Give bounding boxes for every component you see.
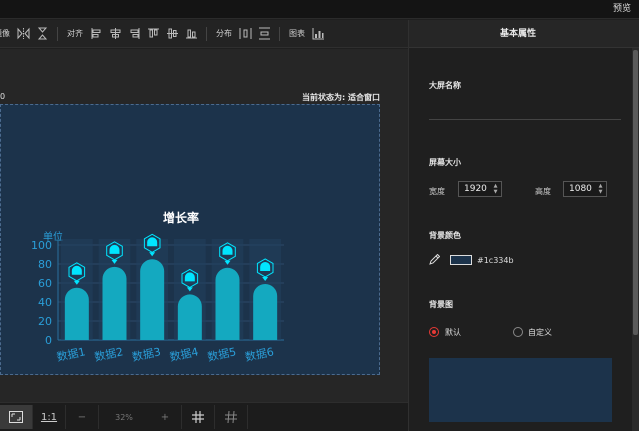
y-tick-label: 80 bbox=[38, 258, 52, 271]
canvas-status: 当前状态为: 适合窗口 bbox=[302, 92, 380, 103]
x-tick-label: 数据3 bbox=[131, 344, 162, 364]
toolbar-divider bbox=[206, 26, 207, 41]
radio-custom-label: 自定义 bbox=[528, 328, 552, 337]
height-label: 高度 bbox=[535, 187, 551, 196]
bar bbox=[64, 287, 89, 340]
scrollbar-thumb[interactable] bbox=[633, 50, 638, 335]
width-input[interactable]: 1920 ▲ ▼ bbox=[458, 181, 502, 197]
bottom-toolbar: 1:1 − 32% + bbox=[0, 402, 408, 431]
height-value: 1080 bbox=[569, 184, 592, 194]
bg-color-swatch[interactable] bbox=[450, 255, 472, 265]
width-stepper-icon[interactable]: ▲ ▼ bbox=[492, 183, 499, 195]
hash-icon bbox=[225, 411, 237, 423]
align-center-horizontal-icon[interactable] bbox=[108, 26, 123, 41]
grid-button[interactable] bbox=[182, 405, 215, 429]
y-tick-label: 40 bbox=[38, 296, 52, 309]
bar bbox=[140, 259, 165, 340]
y-tick-label: 60 bbox=[38, 277, 52, 290]
actual-size-button[interactable]: 1:1 bbox=[33, 405, 66, 429]
screen-name-label: 大屏名称 bbox=[429, 81, 461, 90]
flip-vertical-icon[interactable] bbox=[35, 26, 50, 41]
screen-preview[interactable]: 增长率 单位 0 20 40 60 80 100 数据1 数据2 数据3 数据4 数据5 数据6 bbox=[0, 104, 380, 375]
x-tick-label: 数据1 bbox=[55, 344, 86, 364]
align-top-icon[interactable] bbox=[146, 26, 161, 41]
canvas-area[interactable]: 0 当前状态为: 适合窗口 增长率 单位 0 20 40 60 80 100 数据1 数据2 数据3… bbox=[0, 49, 408, 402]
x-tick-label: 数据2 bbox=[93, 344, 124, 364]
flip-horizontal-icon[interactable] bbox=[16, 26, 31, 41]
eyedropper-icon[interactable] bbox=[429, 254, 440, 265]
zoom-out-button[interactable]: − bbox=[66, 405, 99, 429]
width-label: 宽度 bbox=[429, 187, 445, 196]
toolbar: 镜像 对齐 分布 bbox=[0, 20, 408, 48]
toolbar-divider bbox=[57, 26, 58, 41]
height-stepper-icon[interactable]: ▲ ▼ bbox=[597, 183, 604, 195]
distribute-vertical-icon[interactable] bbox=[257, 26, 272, 41]
grid-icon bbox=[192, 411, 204, 423]
toolbar-divider bbox=[279, 26, 280, 41]
align-bottom-icon[interactable] bbox=[184, 26, 199, 41]
screen-size-label: 屏幕大小 bbox=[429, 158, 461, 167]
fit-window-icon bbox=[9, 411, 23, 423]
width-value: 1920 bbox=[464, 184, 487, 194]
x-tick-label: 数据4 bbox=[168, 344, 199, 364]
bar bbox=[102, 266, 127, 340]
radio-default-label: 默认 bbox=[445, 328, 461, 337]
y-tick-label: 0 bbox=[45, 334, 52, 347]
fit-window-button[interactable] bbox=[0, 405, 33, 429]
radio-custom[interactable] bbox=[513, 327, 523, 337]
bar bbox=[177, 294, 202, 340]
marker-icon bbox=[147, 237, 158, 247]
bg-color-value: #1c334b bbox=[477, 256, 514, 265]
bar bbox=[215, 267, 240, 340]
align-label: 对齐 bbox=[67, 29, 83, 38]
distribute-label: 分布 bbox=[216, 29, 232, 38]
chart-icon[interactable] bbox=[311, 26, 326, 41]
chart-label: 图表 bbox=[289, 29, 305, 38]
snap-grid-button[interactable] bbox=[215, 405, 248, 429]
x-tick-label: 数据6 bbox=[244, 344, 275, 364]
align-left-icon[interactable] bbox=[89, 26, 104, 41]
editor-root: 预览 镜像 对齐 分布 bbox=[0, 0, 639, 431]
y-tick-label: 100 bbox=[31, 239, 52, 252]
bg-image-preview bbox=[429, 358, 612, 422]
radio-default[interactable] bbox=[429, 327, 439, 337]
mirror-label: 镜像 bbox=[0, 29, 10, 38]
align-middle-icon[interactable] bbox=[165, 26, 180, 41]
top-bar: 预览 bbox=[0, 0, 639, 19]
zoom-in-button[interactable]: + bbox=[149, 405, 182, 429]
y-tick-label: 20 bbox=[38, 315, 52, 328]
bg-image-label: 背景图 bbox=[429, 300, 453, 309]
ruler-value: 0 bbox=[0, 92, 6, 101]
screen-name-input[interactable] bbox=[429, 119, 621, 120]
properties-panel: 基本属性 大屏名称 屏幕大小 宽度 1920 ▲ ▼ 高度 1080 ▲ ▼ 背景颜… bbox=[408, 20, 639, 431]
panel-header: 基本属性 bbox=[409, 20, 639, 48]
bar bbox=[253, 283, 278, 340]
x-tick-label: 数据5 bbox=[206, 344, 237, 364]
status-value: 适合窗口 bbox=[348, 93, 380, 102]
align-right-icon[interactable] bbox=[127, 26, 142, 41]
zoom-level: 32% bbox=[115, 412, 133, 422]
status-prefix: 当前状态为: bbox=[302, 93, 346, 102]
preview-button[interactable]: 预览 bbox=[613, 0, 631, 18]
chart-title: 增长率 bbox=[163, 210, 199, 225]
growth-rate-chart[interactable]: 增长率单位020406080100数据1 数据2 数据3 数据4 数据5 数据6 bbox=[1, 105, 379, 374]
height-input[interactable]: 1080 ▲ ▼ bbox=[563, 181, 607, 197]
bg-color-label: 背景颜色 bbox=[429, 231, 461, 240]
distribute-horizontal-icon[interactable] bbox=[238, 26, 253, 41]
